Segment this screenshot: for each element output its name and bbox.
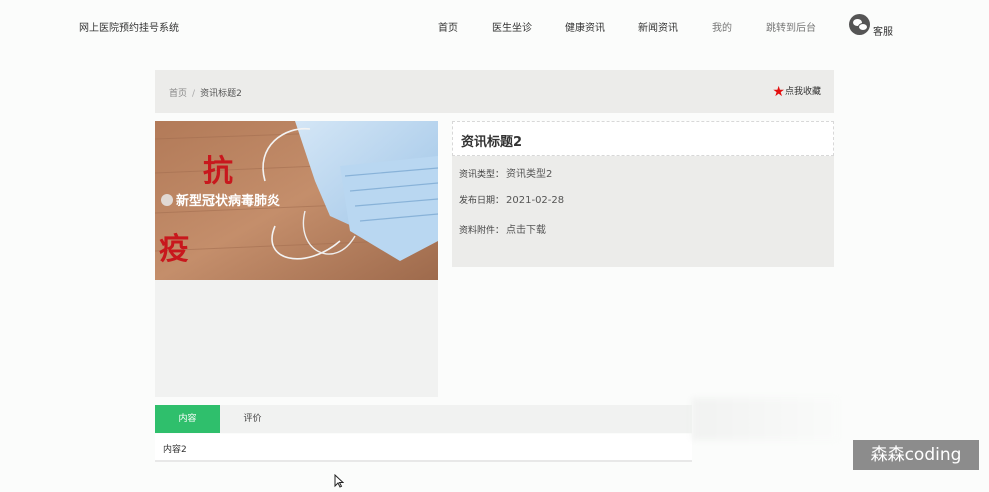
nav-health-info[interactable]: 健康资讯 (565, 19, 605, 34)
news-cover-image: 疫 抗 新型冠状病毒肺炎 (155, 121, 438, 280)
customer-service[interactable]: 客服 (849, 14, 899, 38)
nav-home[interactable]: 首页 (438, 19, 458, 34)
download-link[interactable]: 点击下载 (506, 225, 546, 236)
breadcrumb: 首页 / 资讯标题2 (169, 86, 242, 99)
field-attachment: 资料附件： 点击下载 (459, 221, 546, 236)
nav-doctors[interactable]: 医生坐诊 (492, 19, 532, 34)
field-type: 资讯类型： 资讯类型2 (459, 165, 552, 180)
image-panel: 疫 抗 新型冠状病毒肺炎 (155, 121, 438, 397)
news-title: 资讯标题2 (461, 135, 523, 150)
field-date-label: 发布日期： (459, 196, 505, 206)
calligraphy-fight-1: 抗 (203, 154, 233, 189)
customer-service-label: 客服 (873, 27, 893, 38)
title-box: 资讯标题2 (452, 121, 834, 156)
field-type-label: 资讯类型： (459, 170, 505, 180)
calligraphy-fight-2: 疫 (159, 232, 189, 267)
blurred-region (692, 398, 838, 440)
favorite-label: 点我收藏 (784, 87, 821, 97)
breadcrumb-bar: 首页 / 资讯标题2 ★点我收藏 (155, 70, 834, 113)
detail-tabs: 内容 评价 (155, 405, 692, 433)
breadcrumb-separator: / (192, 89, 196, 99)
nav-mine[interactable]: 我的 (712, 19, 732, 34)
mouse-cursor-icon (334, 473, 345, 492)
top-navigation-bar: 网上医院预约挂号系统 首页 医生坐诊 健康资讯 新闻资讯 我的 跳转到后台 客服 (0, 0, 989, 52)
tab-content-panel: 内容2 (155, 434, 692, 462)
main-nav: 首页 医生坐诊 健康资讯 新闻资讯 我的 跳转到后台 (0, 19, 989, 34)
tab-content[interactable]: 内容 (155, 405, 220, 433)
wechat-icon (849, 14, 870, 35)
watermark: 森森coding (853, 440, 979, 470)
breadcrumb-home[interactable]: 首页 (169, 89, 187, 99)
field-date: 发布日期： 2021-02-28 (459, 193, 564, 206)
tab-reviews[interactable]: 评价 (220, 405, 285, 433)
star-icon: ★ (772, 84, 785, 100)
news-detail-panel: 资讯标题2 资讯类型： 资讯类型2 发布日期： 2021-02-28 资料附件： 点击… (452, 121, 834, 267)
breadcrumb-current: 资讯标题2 (200, 89, 242, 99)
field-type-value: 资讯类型2 (506, 169, 553, 180)
favorite-button[interactable]: ★点我收藏 (772, 84, 821, 100)
field-date-value: 2021-02-28 (506, 195, 565, 206)
nav-admin[interactable]: 跳转到后台 (766, 19, 816, 34)
field-attachment-label: 资料附件： (459, 226, 505, 236)
image-overlay-text: 新型冠状病毒肺炎 (176, 193, 280, 209)
content-text: 内容2 (163, 445, 187, 455)
nav-news[interactable]: 新闻资讯 (638, 19, 678, 34)
